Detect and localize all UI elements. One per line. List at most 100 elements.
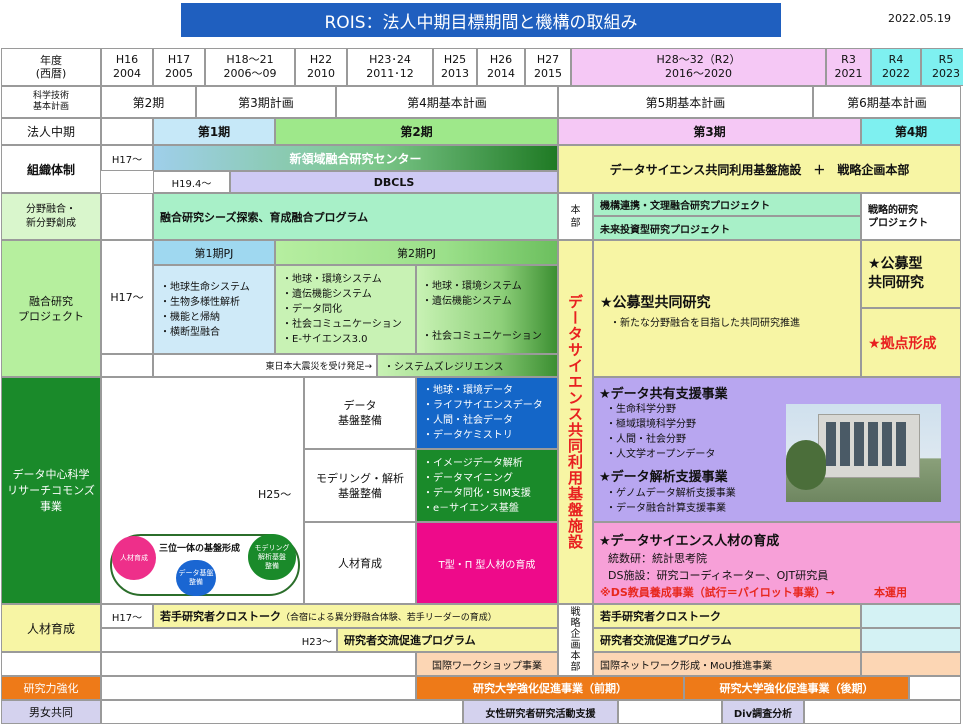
quake-blank <box>101 354 153 377</box>
list-item: ・人文学オープンデータ <box>606 449 716 460</box>
year-cell: R4 2022 <box>871 48 921 86</box>
year-heisei: H23･24 <box>369 53 411 66</box>
research-early: 研究大学強化促進事業（前期） <box>416 676 684 700</box>
list-item: ・ライフサイエンスデータ <box>423 400 543 411</box>
period-4: 第4期 <box>861 118 961 145</box>
year-cell: H22 2010 <box>295 48 347 86</box>
pj1-list: ・地球生命システム ・生物多様性解析 ・機能と帰納 ・横断型融合 <box>153 265 275 354</box>
building-tree <box>786 440 826 490</box>
row-data-infra: データ 基盤整備 <box>304 377 416 449</box>
cross-talk-2-r4 <box>861 604 961 628</box>
trinity-data-label: データ基盤 整備 <box>178 569 214 586</box>
workshop-blank <box>101 652 416 676</box>
gender-support: 女性研究者研究活動支援 <box>463 700 618 724</box>
year-cell: H17 2005 <box>153 48 205 86</box>
year-western: 2021 <box>834 67 863 80</box>
year-heisei: H25 <box>443 53 467 66</box>
list-item: ・地球・環境システム <box>422 281 522 292</box>
year-heisei: H26 <box>489 53 513 66</box>
share-list: ・生命科学分野・極域環境科学分野 ・人間・社会分野・人文学オープンデータ <box>606 402 715 462</box>
row-hr: 人材育成 <box>304 522 416 604</box>
trinity-data-circle: データ基盤 整備 <box>176 560 216 596</box>
page-title: ROIS：法人中期目標期間と機構の取組み <box>324 12 638 33</box>
human-h17: H17～ <box>101 604 153 628</box>
anal-title: ★データ解析支援事業 <box>599 470 728 485</box>
fusion-strategic: 戦略的研究 プロジェクト <box>861 193 961 240</box>
trinity-title: 三位一体の基盤形成 <box>159 544 241 554</box>
year-western: 2016～2020 <box>665 67 732 80</box>
fusion-label: 分野融合・ 新分野創成 <box>1 193 101 240</box>
list-item: ・e－サイエンス基盤 <box>423 502 519 514</box>
pj3-list: ・地球・環境システム ・遺伝機能システム <box>422 279 522 309</box>
org-h17: H17～ <box>101 145 153 171</box>
list-item: ・データ同化 <box>282 304 342 315</box>
year-western: 2004 <box>113 67 141 80</box>
year-cell: H26 2014 <box>477 48 525 86</box>
pj2-header: 第2期PJ <box>275 240 558 265</box>
exchange-program-2: 研究者交流促進プログラム <box>593 628 861 652</box>
year-label: 年度 (西暦) <box>1 48 101 86</box>
human-label: 人材育成 <box>1 604 101 652</box>
fusion-blank <box>101 193 153 240</box>
gender-end <box>804 700 961 724</box>
hr-pink-box: T型・Π 型人材の育成 <box>416 522 558 604</box>
cross-talk-note: （合宿による異分野融合体験、若手リーダーの育成） <box>281 612 497 623</box>
list-item: ・遺伝機能システム <box>422 296 512 307</box>
fusion-honbu: 本 部 <box>558 193 593 240</box>
list-item: ・データマイニング <box>423 472 513 484</box>
fusion-p2: 未来投資型研究プロジェクト <box>593 216 861 240</box>
year-western: 2011･12 <box>366 67 414 80</box>
plan-6: 第6期基本計画 <box>813 86 961 118</box>
gender-blank <box>101 700 463 724</box>
list-item: ・機能と帰納 <box>160 311 220 323</box>
list-item: ・人間・社会分野 <box>606 434 686 445</box>
date-label: 2022.05.19 <box>888 12 951 25</box>
pj2-list: ・地球・環境システム ・遺伝機能システム ・データ同化 ・社会コミュニケーション ・E-… <box>275 265 416 354</box>
network-r4 <box>861 652 961 676</box>
plan-2: 第2期 <box>101 86 196 118</box>
year-heisei: H27 <box>536 53 560 66</box>
plan-label: 科学技術 基本計画 <box>1 86 101 118</box>
koubo-sub: ・新たな分野融合を目指した共同研究推進 <box>610 318 800 329</box>
period-blank <box>101 118 153 145</box>
period-3: 第3期 <box>558 118 861 145</box>
year-heisei: H18～21 <box>226 53 274 66</box>
quake-label: 東日本大震災を受け発足→ <box>265 362 372 372</box>
list-item: ・生命科学分野 <box>606 404 676 415</box>
exchange-program: 研究者交流促進プログラム <box>337 628 558 652</box>
dscenter-h25: H25～ <box>258 488 292 501</box>
research-blank <box>101 676 416 700</box>
hr-line1: 統数研：統計思考院 <box>608 552 707 565</box>
row-model-infra: モデリング・解析 基盤整備 <box>304 449 416 522</box>
list-item: ・ゲノムデータ解析支援事業 <box>606 488 736 499</box>
year-western: 2010 <box>307 67 335 80</box>
exchange-program-2-r4 <box>861 628 961 652</box>
trinity-hr-label: 人材育成 <box>120 554 148 562</box>
koubo-title: ★公募型共同研究 <box>600 295 711 311</box>
list-item: ・E-サイエンス3.0 <box>282 334 368 345</box>
period-1: 第1期 <box>153 118 275 145</box>
year-western: 2023 <box>932 67 960 80</box>
list-item: ・データ同化・SIM支援 <box>423 487 531 499</box>
senryaku-label: 戦 略 企 画 本 部 <box>558 604 593 676</box>
plan-4: 第4期基本計画 <box>336 86 558 118</box>
year-heisei: H22 <box>309 53 333 66</box>
gender-gap <box>618 700 722 724</box>
hr-title: ★データサイエンス人材の育成 <box>599 534 780 549</box>
year-western: 2013 <box>441 67 469 80</box>
research-end <box>909 676 961 700</box>
ds-vertical-label: データサイエンス共同利用基盤施設 <box>566 294 584 550</box>
research-late: 研究大学強化促進事業（後期） <box>684 676 909 700</box>
div-survey: Div調査分析 <box>722 700 804 724</box>
cross-talk-2: 若手研究者クロストーク <box>593 604 861 628</box>
year-western: 2015 <box>534 67 562 80</box>
share-title: ★データ共有支援事業 <box>599 387 728 402</box>
list-item: ・極域環境科学分野 <box>606 419 696 430</box>
year-heisei: R3 <box>841 53 856 66</box>
list-item: ・地球・環境データ <box>423 385 513 396</box>
pj2-label: 第2期PJ <box>397 246 436 260</box>
research-label-text: 研究力強化 <box>23 682 79 695</box>
year-western: 2022 <box>882 67 910 80</box>
list-item: ・地球・環境システム <box>282 274 382 285</box>
dbcls-bar: DBCLS <box>230 171 558 193</box>
